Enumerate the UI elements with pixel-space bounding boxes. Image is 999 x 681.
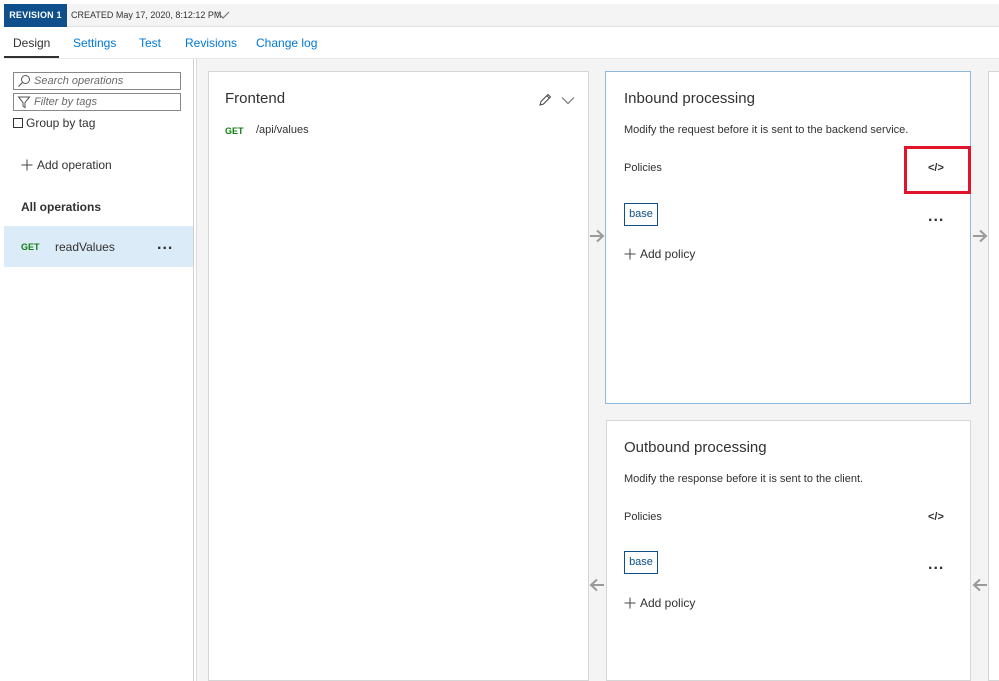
add-policy-label: Add policy	[640, 247, 696, 261]
base-policy-button[interactable]: base	[624, 551, 658, 574]
arrow-right-icon	[590, 229, 605, 243]
tab-design[interactable]: Design	[13, 36, 50, 50]
plus-icon	[624, 248, 636, 260]
tab-test[interactable]: Test	[139, 36, 161, 50]
add-policy-label: Add policy	[640, 596, 696, 610]
http-method-badge: GET	[225, 126, 244, 136]
http-method-badge: GET	[21, 242, 40, 252]
all-operations-item[interactable]: All operations	[21, 200, 101, 214]
tab-revisions[interactable]: Revisions	[185, 36, 237, 50]
inbound-policies-label: Policies	[624, 162, 662, 174]
outbound-description: Modify the response before it is sent to…	[624, 473, 864, 485]
add-operation-button[interactable]: Add operation	[21, 158, 112, 172]
code-editor-icon[interactable]: </>	[928, 162, 944, 174]
outbound-processing-card[interactable]: Outbound processing Modify the response …	[606, 420, 971, 681]
more-options-icon[interactable]: ...	[157, 236, 173, 254]
search-operations-field[interactable]	[13, 72, 181, 90]
backend-card-partial	[988, 71, 999, 681]
operations-sidebar	[4, 59, 194, 681]
operation-name: readValues	[55, 240, 115, 254]
revision-badge: REVISION 1	[4, 4, 67, 27]
more-options-icon[interactable]: ...	[928, 208, 944, 226]
revision-bar: REVISION 1 CREATED May 17, 2020, 8:12:12…	[4, 4, 999, 27]
edit-pencil-icon[interactable]	[538, 93, 552, 107]
inbound-description: Modify the request before it is sent to …	[624, 124, 909, 136]
revision-created-text: CREATED May 17, 2020, 8:12:12 PM	[71, 10, 222, 20]
operation-row[interactable]: GET readValues ...	[4, 226, 193, 267]
arrow-left-icon	[589, 578, 604, 592]
outbound-policies-label: Policies	[624, 511, 662, 523]
arrow-left-icon	[972, 578, 987, 592]
more-options-icon[interactable]: ...	[928, 556, 944, 574]
arrow-right-icon	[973, 229, 988, 243]
frontend-card: Frontend GET /api/values	[208, 71, 589, 681]
frontend-title: Frontend	[225, 90, 286, 107]
add-operation-label: Add operation	[37, 158, 112, 172]
outbound-title: Outbound processing	[624, 439, 767, 456]
group-by-tag-label: Group by tag	[26, 116, 96, 130]
active-tab-indicator	[4, 56, 59, 58]
inbound-processing-card[interactable]: Inbound processing Modify the request be…	[605, 71, 971, 404]
chevron-down-icon[interactable]	[216, 10, 230, 20]
filter-tags-field[interactable]	[13, 93, 181, 111]
plus-icon	[21, 159, 33, 171]
search-icon	[18, 75, 30, 87]
plus-icon	[624, 597, 636, 609]
base-policy-button[interactable]: base	[624, 203, 658, 226]
code-editor-icon[interactable]: </>	[928, 511, 944, 523]
tab-change-log[interactable]: Change log	[256, 36, 317, 50]
add-policy-button[interactable]: Add policy	[624, 596, 695, 610]
search-input[interactable]	[34, 74, 178, 88]
tab-settings[interactable]: Settings	[73, 36, 116, 50]
group-by-tag-checkbox[interactable]	[13, 118, 23, 128]
frontend-url-path: /api/values	[256, 124, 309, 136]
group-by-tag[interactable]: Group by tag	[13, 115, 95, 131]
inbound-title: Inbound processing	[624, 90, 755, 107]
chevron-down-icon[interactable]	[561, 96, 575, 105]
add-policy-button[interactable]: Add policy	[624, 247, 695, 261]
filter-icon	[17, 96, 31, 109]
filter-input[interactable]	[34, 95, 178, 109]
